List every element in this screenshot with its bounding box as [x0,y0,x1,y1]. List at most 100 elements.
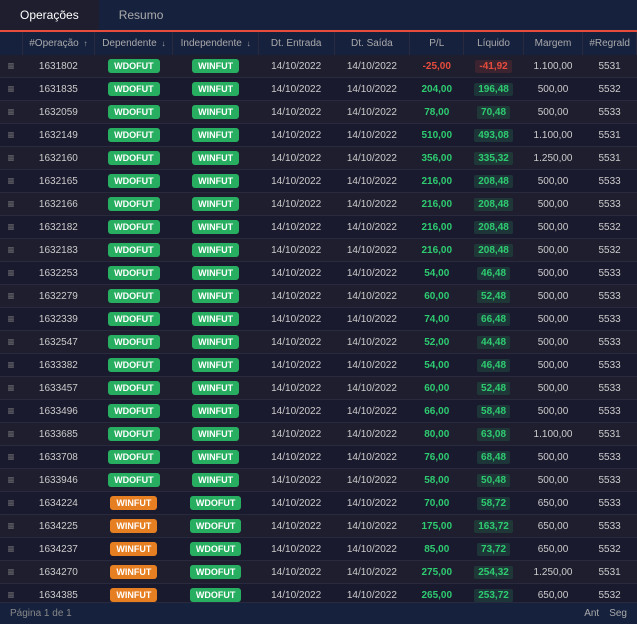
row-dt-entrada: 14/10/2022 [258,492,334,515]
row-icon[interactable]: ≡ [0,561,22,584]
row-ind: WINFUT [173,78,258,101]
row-icon[interactable]: ≡ [0,446,22,469]
row-margem: 500,00 [523,216,582,239]
seg-button[interactable]: Seg [609,608,627,619]
row-regrald: 5533 [583,262,637,285]
row-dep: WINFUT [95,492,173,515]
row-margem: 500,00 [523,308,582,331]
row-icon[interactable]: ≡ [0,308,22,331]
row-dt-entrada: 14/10/2022 [258,469,334,492]
row-icon[interactable]: ≡ [0,193,22,216]
row-ind: WDOFUT [173,561,258,584]
row-icon[interactable]: ≡ [0,423,22,446]
row-pl: 216,00 [410,170,464,193]
row-icon[interactable]: ≡ [0,469,22,492]
row-dt-entrada: 14/10/2022 [258,239,334,262]
col-dependente[interactable]: Dependente ↓ [95,32,173,55]
row-dt-saida: 14/10/2022 [334,584,410,603]
table-row: ≡ 1632059 WDOFUT WINFUT 14/10/2022 14/10… [0,101,637,124]
row-dep: WDOFUT [95,377,173,400]
row-ind: WINFUT [173,55,258,78]
row-regrald: 5533 [583,101,637,124]
row-icon[interactable]: ≡ [0,55,22,78]
row-id: 1634270 [22,561,95,584]
row-liquido: 335,32 [464,147,523,170]
row-icon[interactable]: ≡ [0,216,22,239]
row-id: 1632279 [22,285,95,308]
row-liquido: 68,48 [464,446,523,469]
row-liquido: 58,72 [464,492,523,515]
row-margem: 500,00 [523,101,582,124]
col-independente[interactable]: Independente ↓ [173,32,258,55]
table-row: ≡ 1631835 WDOFUT WINFUT 14/10/2022 14/10… [0,78,637,101]
row-ind: WINFUT [173,216,258,239]
row-dt-saida: 14/10/2022 [334,124,410,147]
col-liquido: Líquido [464,32,523,55]
row-icon[interactable]: ≡ [0,124,22,147]
row-icon[interactable]: ≡ [0,262,22,285]
row-icon[interactable]: ≡ [0,285,22,308]
row-icon[interactable]: ≡ [0,147,22,170]
page-info: Página 1 de 1 [10,608,72,619]
row-pl: 275,00 [410,561,464,584]
row-dt-saida: 14/10/2022 [334,101,410,124]
row-pl: 52,00 [410,331,464,354]
table-row: ≡ 1633685 WDOFUT WINFUT 14/10/2022 14/10… [0,423,637,446]
table-row: ≡ 1634224 WINFUT WDOFUT 14/10/2022 14/10… [0,492,637,515]
col-operacao[interactable]: #Operação ↑ [22,32,95,55]
footer: Página 1 de 1 Ant Seg [0,602,637,624]
row-ind: WINFUT [173,101,258,124]
row-id: 1632253 [22,262,95,285]
row-pl: 216,00 [410,239,464,262]
row-icon[interactable]: ≡ [0,354,22,377]
row-icon[interactable]: ≡ [0,492,22,515]
row-dt-saida: 14/10/2022 [334,561,410,584]
row-margem: 500,00 [523,331,582,354]
row-dep: WDOFUT [95,400,173,423]
row-icon[interactable]: ≡ [0,101,22,124]
row-regrald: 5532 [583,216,637,239]
row-icon[interactable]: ≡ [0,377,22,400]
row-dt-entrada: 14/10/2022 [258,101,334,124]
row-icon[interactable]: ≡ [0,400,22,423]
ant-button[interactable]: Ant [584,608,599,619]
row-dt-saida: 14/10/2022 [334,469,410,492]
row-dt-entrada: 14/10/2022 [258,377,334,400]
row-icon[interactable]: ≡ [0,78,22,101]
row-ind: WDOFUT [173,515,258,538]
table-row: ≡ 1633457 WDOFUT WINFUT 14/10/2022 14/10… [0,377,637,400]
row-ind: WINFUT [173,331,258,354]
row-id: 1632182 [22,216,95,239]
row-icon[interactable]: ≡ [0,584,22,603]
row-margem: 500,00 [523,377,582,400]
row-pl: 70,00 [410,492,464,515]
row-dep: WINFUT [95,538,173,561]
row-liquido: 163,72 [464,515,523,538]
row-dep: WINFUT [95,515,173,538]
tab-operacoes[interactable]: Operações [0,0,99,32]
row-dt-entrada: 14/10/2022 [258,446,334,469]
row-liquido: 73,72 [464,538,523,561]
row-id: 1634385 [22,584,95,603]
row-dt-entrada: 14/10/2022 [258,147,334,170]
table-row: ≡ 1631802 WDOFUT WINFUT 14/10/2022 14/10… [0,55,637,78]
row-icon[interactable]: ≡ [0,331,22,354]
row-icon[interactable]: ≡ [0,170,22,193]
table-row: ≡ 1632160 WDOFUT WINFUT 14/10/2022 14/10… [0,147,637,170]
row-liquido: 46,48 [464,262,523,285]
row-dep: WDOFUT [95,469,173,492]
row-dep: WDOFUT [95,239,173,262]
row-icon[interactable]: ≡ [0,239,22,262]
row-dep: WDOFUT [95,285,173,308]
row-icon[interactable]: ≡ [0,515,22,538]
row-dt-entrada: 14/10/2022 [258,561,334,584]
col-dt-entrada: Dt. Entrada [258,32,334,55]
row-icon[interactable]: ≡ [0,538,22,561]
row-pl: 85,00 [410,538,464,561]
row-regrald: 5533 [583,193,637,216]
tab-resumo[interactable]: Resumo [99,0,184,30]
row-regrald: 5533 [583,515,637,538]
row-dt-saida: 14/10/2022 [334,515,410,538]
row-liquido: 208,48 [464,216,523,239]
row-margem: 500,00 [523,193,582,216]
